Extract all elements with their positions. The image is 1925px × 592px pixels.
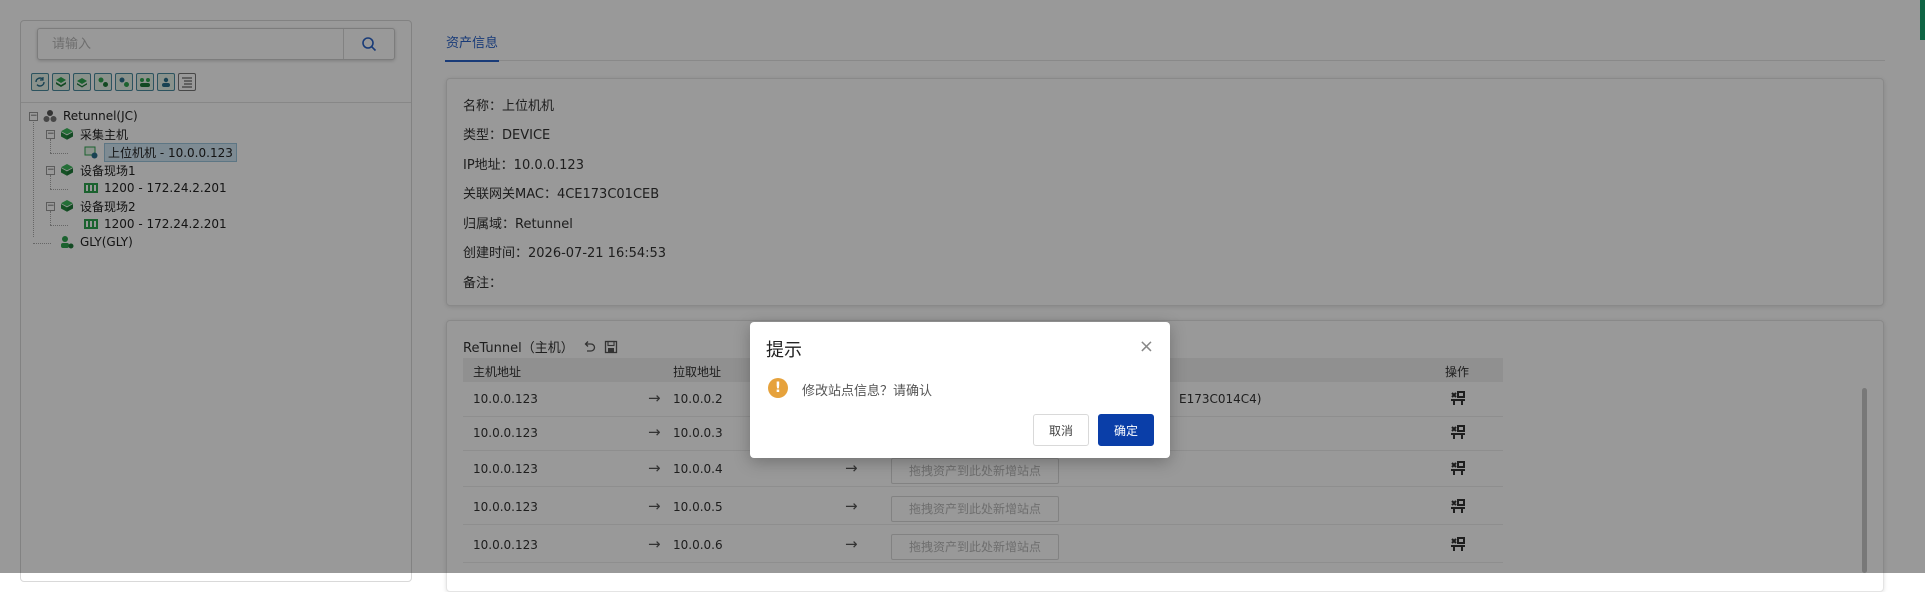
dialog-title: 提示 xyxy=(766,340,802,361)
close-icon[interactable]: × xyxy=(1139,338,1154,356)
confirm-button[interactable]: 确定 xyxy=(1098,414,1154,446)
dialog-message: 修改站点信息？请确认 xyxy=(802,384,933,399)
confirm-dialog: 提示 × ! 修改站点信息？请确认 取消 确定 xyxy=(750,322,1170,458)
warning-icon: ! xyxy=(768,378,788,398)
cancel-button[interactable]: 取消 xyxy=(1033,414,1089,446)
modal-mask[interactable] xyxy=(0,0,1925,573)
